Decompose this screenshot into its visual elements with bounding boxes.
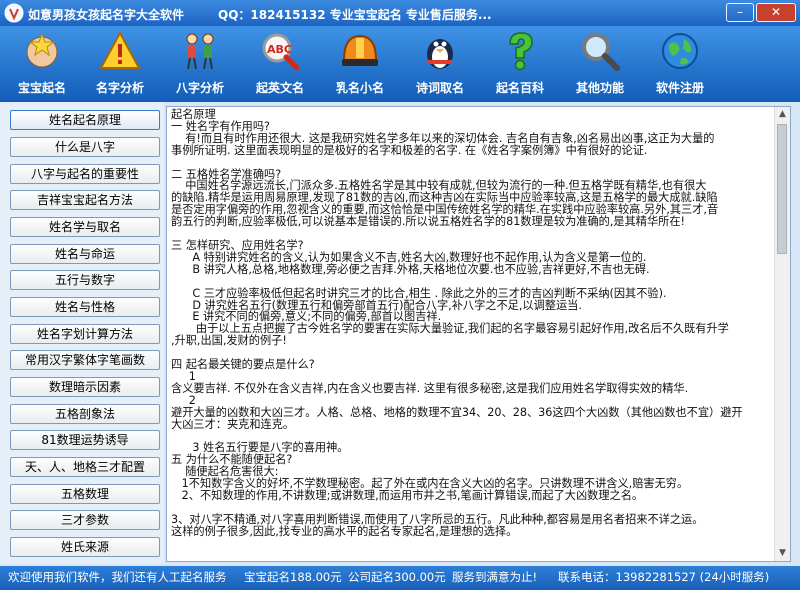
app-logo-icon: [4, 3, 24, 23]
vertical-scrollbar[interactable]: ▲ ▼: [774, 107, 790, 561]
status-company-price: 公司起名300.00元: [348, 570, 446, 584]
sidebar: 姓名起名原理 什么是八字 八字与起名的重要性 吉祥宝宝起名方法 姓名学与取名 姓…: [0, 102, 164, 564]
close-button[interactable]: ✕: [756, 3, 796, 22]
status-phone: 联系电话：13982281527 (24小时服务): [558, 570, 770, 584]
sidebar-item-three-talents-params[interactable]: 三才参数: [10, 510, 160, 530]
scroll-down-icon[interactable]: ▼: [775, 546, 790, 561]
toolbar-label: 乳名小名: [335, 81, 384, 95]
title-bar: 如意男孩女孩起名字大全软件 QQ：182415132 专业宝宝起名 专业售后服务…: [0, 0, 800, 26]
sidebar-item-stroke-calculation[interactable]: 姓名字划计算方法: [10, 324, 160, 344]
window-title: 如意男孩女孩起名字大全软件: [28, 8, 185, 22]
svg-text:ABC: ABC: [267, 43, 292, 56]
abc-magnifier-icon: ABC: [262, 33, 300, 71]
warning-triangle-icon: [99, 30, 141, 69]
stick-figures-icon: [186, 33, 214, 70]
toolbar-label: 宝宝起名: [17, 81, 66, 95]
toolbar-naming-encyclopedia[interactable]: 起名百科: [480, 28, 560, 100]
sidebar-item-traditional-strokes[interactable]: 常用汉字繁体字笔画数: [10, 350, 160, 370]
question-mark-icon: [509, 32, 533, 71]
toolbar-baby-naming[interactable]: 宝宝起名: [2, 28, 82, 100]
status-bar: 欢迎使用我们软件，我们还有人工起名服务 宝宝起名188.00元 公司起名300.…: [0, 566, 800, 590]
toolbar-label: 诗词取名: [415, 81, 464, 95]
sidebar-item-onomastics[interactable]: 姓名学与取名: [10, 217, 160, 237]
sidebar-item-three-talents-config[interactable]: 天、人、地格三才配置: [10, 457, 160, 477]
sidebar-item-name-and-character[interactable]: 姓名与性格: [10, 297, 160, 317]
toolbar-bazi-analysis[interactable]: 八字分析: [160, 28, 240, 100]
sidebar-item-what-is-bazi[interactable]: 什么是八字: [10, 137, 160, 157]
scroll-up-icon[interactable]: ▲: [775, 107, 790, 122]
status-baby-price: 宝宝起名188.00元: [244, 570, 342, 584]
penguin-icon: [427, 39, 453, 69]
sidebar-item-five-elements-numbers[interactable]: 五行与数字: [10, 270, 160, 290]
status-service: 服务到满意为止!: [452, 570, 538, 584]
minimize-button[interactable]: –: [726, 3, 754, 22]
sidebar-item-five-grid-numbers[interactable]: 五格数理: [10, 484, 160, 504]
toolbar-software-register[interactable]: 软件注册: [640, 28, 720, 100]
scroll-thumb[interactable]: [777, 124, 787, 254]
sidebar-item-naming-principle[interactable]: 姓名起名原理: [10, 110, 160, 130]
toolbar-other-functions[interactable]: 其他功能: [560, 28, 640, 100]
sidebar-item-five-grid-method[interactable]: 五格剖象法: [10, 404, 160, 424]
toolbar-label: 八字分析: [175, 81, 224, 95]
toolbar: 宝宝起名 名字分析 八字分析 ABC 起英文名 乳名小名 诗词取名 起名百科 其…: [0, 26, 800, 102]
toolbar-label: 软件注册: [655, 81, 704, 95]
article-text-area[interactable]: 起名原理 一 姓名字有作用吗? 有!而且有时作用还很大. 这是我研究姓名学多年以…: [166, 106, 791, 562]
sidebar-item-name-and-fate[interactable]: 姓名与命运: [10, 244, 160, 264]
toolbar-label: 名字分析: [95, 81, 144, 95]
sidebar-item-surname-origin[interactable]: 姓氏来源: [10, 537, 160, 557]
toolbar-poetry-naming[interactable]: 诗词取名: [400, 28, 480, 100]
toolbar-english-name[interactable]: ABC 起英文名: [240, 28, 320, 100]
window-info: QQ：182415132 专业宝宝起名 专业售后服务...: [218, 8, 492, 22]
article-text: 起名原理 一 姓名字有作用吗? 有!而且有时作用还很大. 这是我研究姓名学多年以…: [171, 108, 743, 538]
sidebar-item-lucky-naming-method[interactable]: 吉祥宝宝起名方法: [10, 190, 160, 210]
toolbar-label: 起英文名: [255, 81, 304, 95]
sidebar-item-bazi-importance[interactable]: 八字与起名的重要性: [10, 164, 160, 184]
toolbar-label: 起名百科: [495, 81, 544, 95]
toolbar-label: 其他功能: [575, 81, 624, 95]
status-welcome: 欢迎使用我们软件，我们还有人工起名服务: [8, 570, 227, 584]
toolbar-name-analysis[interactable]: 名字分析: [80, 28, 160, 100]
baby-star-icon: [26, 32, 58, 68]
sidebar-item-81-numbers[interactable]: 81数理运势诱导: [10, 430, 160, 450]
magnifier-icon: [582, 33, 620, 71]
globe-icon: [662, 33, 698, 69]
sidebar-item-number-hints[interactable]: 数理暗示因素: [10, 377, 160, 397]
toolbar-nickname[interactable]: 乳名小名: [320, 28, 400, 100]
helmet-icon: [342, 34, 378, 66]
